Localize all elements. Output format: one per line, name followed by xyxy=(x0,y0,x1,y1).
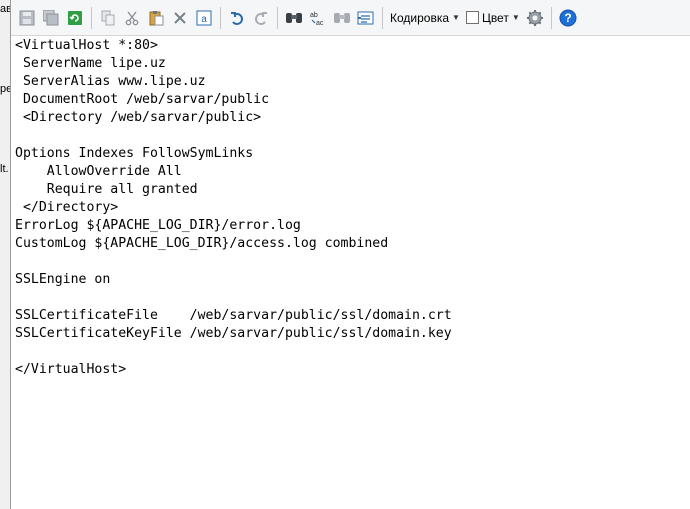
code-line: <VirtualHost *:80> xyxy=(15,38,158,53)
code-line: CustomLog ${APACHE_LOG_DIR}/access.log c… xyxy=(15,236,389,251)
text-editor[interactable]: <VirtualHost *:80> ServerName lipe.uz Se… xyxy=(11,37,690,509)
undo-icon[interactable] xyxy=(226,7,248,29)
svg-text:a: a xyxy=(201,14,207,25)
toolbar-separator xyxy=(277,6,278,29)
settings-icon[interactable] xyxy=(524,7,546,29)
svg-text:ac: ac xyxy=(316,20,324,26)
encoding-dropdown[interactable]: Кодировка ▼ xyxy=(390,11,460,25)
left-fragment: lt. xyxy=(0,163,9,175)
copy-icon[interactable] xyxy=(97,7,119,29)
svg-text:ab: ab xyxy=(310,12,318,19)
toolbar-separator xyxy=(382,6,383,29)
redo-icon[interactable] xyxy=(250,7,272,29)
encoding-label: Кодировка xyxy=(390,10,450,25)
code-line: DocumentRoot /web/sarvar/public xyxy=(15,92,270,107)
code-line: SSLEngine on xyxy=(15,272,111,287)
chevron-down-icon: ▼ xyxy=(452,13,460,22)
color-checkbox[interactable] xyxy=(465,11,479,24)
svg-text:?: ? xyxy=(564,11,571,25)
color-dropdown[interactable]: Цвет ▼ xyxy=(465,10,520,25)
code-line: SSLCertificateFile /web/sarvar/public/ss… xyxy=(15,308,452,323)
code-line: ServerAlias www.lipe.uz xyxy=(15,74,206,89)
left-fragment: ав xyxy=(0,3,11,15)
code-line: ServerName lipe.uz xyxy=(15,56,166,71)
find-in-files-icon[interactable] xyxy=(331,7,353,29)
reload-icon[interactable] xyxy=(64,7,86,29)
left-panel-strip: ав ре, lt. xyxy=(0,0,11,509)
code-line: AllowOverride All xyxy=(15,164,182,179)
help-icon[interactable]: ? xyxy=(557,7,579,29)
find-icon[interactable] xyxy=(283,7,305,29)
code-line: <Directory /web/sarvar/public> xyxy=(15,110,262,125)
paste-icon[interactable] xyxy=(145,7,167,29)
code-line: Options Indexes FollowSymLinks xyxy=(15,146,254,161)
cut-icon[interactable] xyxy=(121,7,143,29)
code-line: ErrorLog ${APACHE_LOG_DIR}/error.log xyxy=(15,218,301,233)
select-all-icon[interactable]: a xyxy=(193,7,215,29)
goto-icon[interactable] xyxy=(355,7,377,29)
left-fragment: ре, xyxy=(0,83,10,95)
toolbar-separator xyxy=(91,6,92,29)
toolbar: a ab ac Кодировка ▼ Цвет ▼ ? xyxy=(11,0,690,36)
code-line: SSLCertificateKeyFile /web/sarvar/public… xyxy=(15,326,452,341)
color-label: Цвет xyxy=(481,10,509,25)
toolbar-separator xyxy=(220,6,221,29)
delete-icon[interactable] xyxy=(169,7,191,29)
save-all-icon[interactable] xyxy=(40,7,62,29)
code-line: </VirtualHost> xyxy=(15,362,127,377)
save-icon[interactable] xyxy=(16,7,38,29)
code-line: </Directory> xyxy=(15,200,119,215)
editor-content[interactable]: <VirtualHost *:80> ServerName lipe.uz Se… xyxy=(11,37,690,379)
chevron-down-icon: ▼ xyxy=(511,13,520,22)
toolbar-separator xyxy=(550,6,552,29)
replace-icon[interactable]: ab ac xyxy=(307,7,329,29)
code-line: Require all granted xyxy=(15,182,198,197)
